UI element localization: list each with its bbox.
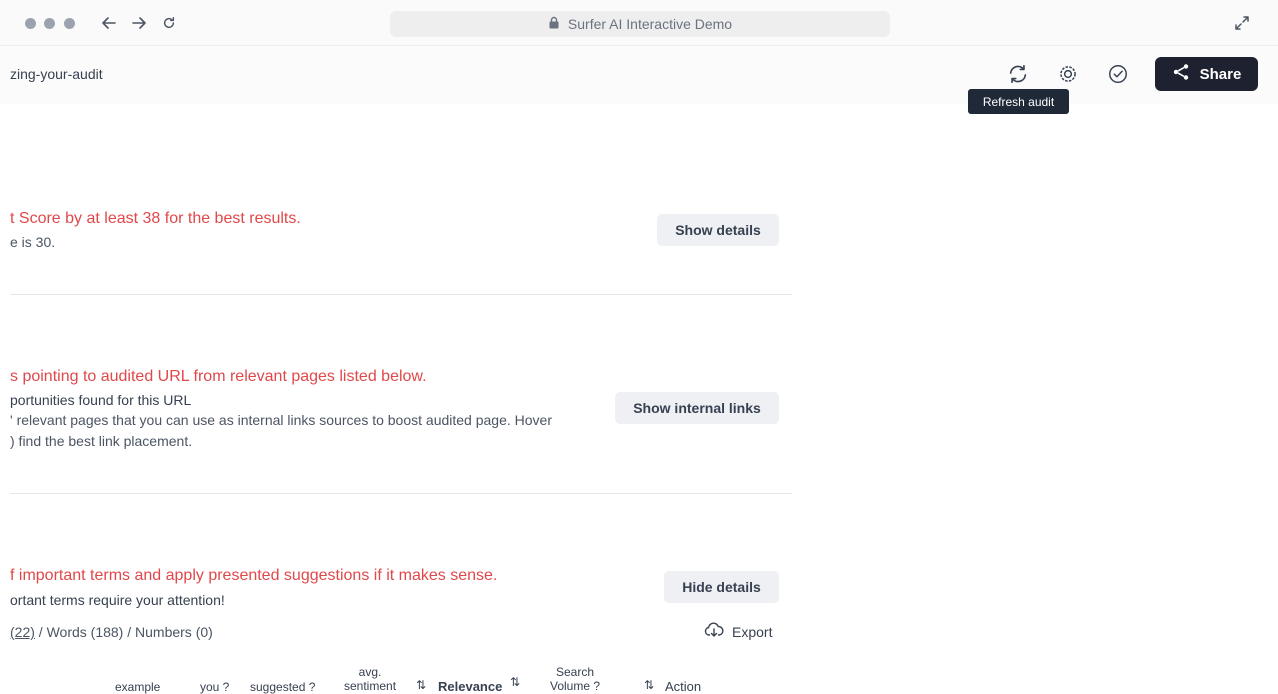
internal-links-count: portunities found for this URL <box>10 392 192 408</box>
reload-icon[interactable] <box>158 12 180 34</box>
section-divider <box>10 493 792 494</box>
show-details-button[interactable]: Show details <box>657 214 779 246</box>
col-you: you ? <box>200 680 230 694</box>
share-button[interactable]: Share <box>1155 57 1258 91</box>
internal-links-description-2: ) find the best link placement. <box>10 433 193 449</box>
col-relevance[interactable]: Relevance <box>438 680 502 694</box>
browser-toolbar: Surfer AI Interactive Demo <box>0 0 1278 46</box>
share-icon <box>1172 63 1190 85</box>
audit-content: t Score by at least 38 for the best resu… <box>0 104 1278 694</box>
sort-volume-icon[interactable]: ⇅ <box>644 678 654 692</box>
col-example: example <box>115 680 161 694</box>
address-bar[interactable]: Surfer AI Interactive Demo <box>390 11 890 37</box>
tab-words-numbers[interactable]: / Words (188) / Numbers (0) <box>35 624 213 640</box>
show-internal-links-button[interactable]: Show internal links <box>615 392 779 424</box>
hide-details-button[interactable]: Hide details <box>664 571 779 603</box>
forward-arrow-icon[interactable] <box>128 12 150 34</box>
window-minimize-dot[interactable] <box>44 18 55 29</box>
export-button[interactable]: Export <box>704 622 772 641</box>
back-arrow-icon[interactable] <box>98 12 120 34</box>
col-search-volume: Search Volume ? <box>550 665 600 693</box>
refresh-audit-tooltip: Refresh audit <box>968 89 1069 114</box>
section-divider <box>10 294 792 295</box>
lock-icon <box>548 16 560 32</box>
export-label: Export <box>732 623 773 640</box>
content-score-text: e is 30. <box>10 234 56 250</box>
col-volume-line1: Search <box>556 665 595 679</box>
app-header: zing-your-audit Share <box>0 46 1278 104</box>
term-tabs: (22) / Words (188) / Numbers (0) <box>10 624 213 640</box>
tab-phrases-count[interactable]: (22) <box>10 624 35 640</box>
expand-icon[interactable] <box>1233 14 1251 32</box>
refresh-icon[interactable] <box>1005 61 1031 87</box>
col-action: Action <box>665 679 702 694</box>
col-sentiment-line2: sentiment <box>344 679 397 693</box>
cloud-download-icon <box>704 622 724 641</box>
important-terms-title: f important terms and apply presented su… <box>10 567 498 584</box>
col-suggested: suggested ? <box>250 680 316 694</box>
col-sentiment: avg. sentiment <box>344 665 396 693</box>
col-sentiment-line1: avg. <box>358 665 382 679</box>
window-close-dot[interactable] <box>25 18 36 29</box>
sort-sentiment-icon[interactable]: ⇅ <box>416 678 426 692</box>
sort-relevance-icon[interactable]: ⇅ <box>510 675 520 689</box>
window-maximize-dot[interactable] <box>64 18 75 29</box>
address-text: Surfer AI Interactive Demo <box>567 16 733 32</box>
share-label: Share <box>1199 65 1242 83</box>
col-volume-line2: Volume ? <box>550 679 601 693</box>
settings-icon[interactable] <box>1055 61 1081 87</box>
check-circle-icon[interactable] <box>1105 61 1131 87</box>
page-slug: zing-your-audit <box>10 66 103 82</box>
important-terms-text: ortant terms require your attention! <box>10 592 225 608</box>
content-score-title: t Score by at least 38 for the best resu… <box>10 210 301 227</box>
internal-links-description: ' relevant pages that you can use as int… <box>10 412 553 428</box>
internal-links-title: s pointing to audited URL from relevant … <box>10 368 427 385</box>
terms-table-header: example you ? suggested ? avg. sentiment… <box>10 664 790 694</box>
